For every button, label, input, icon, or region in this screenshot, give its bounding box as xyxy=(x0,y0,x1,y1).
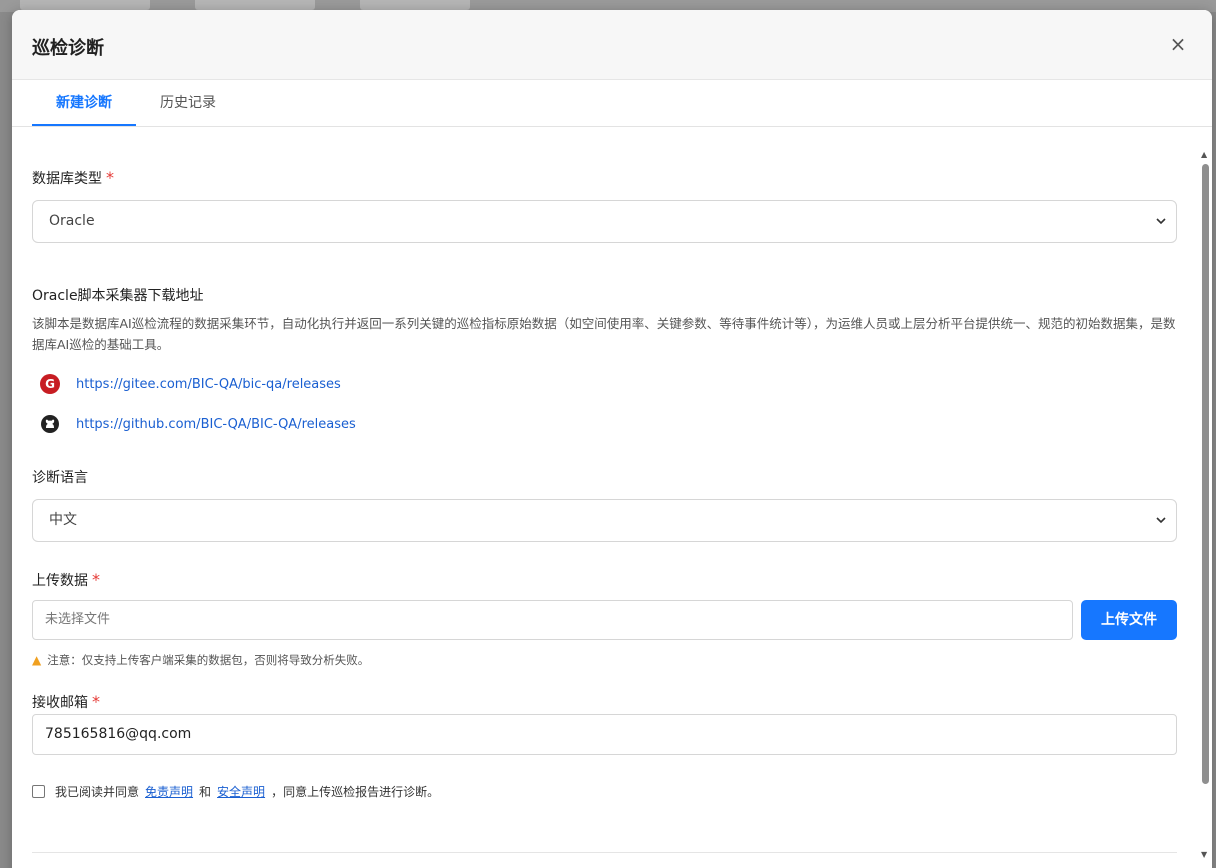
background-tab xyxy=(360,0,470,10)
security-statement-link[interactable]: 安全声明 xyxy=(217,783,265,800)
diagnosis-modal: 巡检诊断 × 新建诊断 历史记录 数据库类型 * Oracle Oracle脚本采… xyxy=(12,10,1212,868)
db-type-value: Oracle xyxy=(49,213,95,229)
agreement-and: 和 xyxy=(199,785,212,799)
required-mark: * xyxy=(106,168,114,187)
tab-new-diagnosis[interactable]: 新建诊断 xyxy=(32,80,136,126)
agreement-row: 我已阅读并同意 免责声明 和 安全声明 ，同意上传巡检报告进行诊断。 xyxy=(32,783,1177,800)
footer-divider xyxy=(32,852,1177,853)
collector-title: Oracle脚本采集器下载地址 xyxy=(32,288,204,304)
background-tab xyxy=(195,0,315,10)
github-icon xyxy=(40,414,60,434)
db-type-label-row: 数据库类型 * xyxy=(32,168,1177,188)
chevron-down-icon xyxy=(1156,500,1166,558)
gitee-icon: G xyxy=(40,374,60,394)
scrollbar[interactable]: ▲ ▼ xyxy=(1200,150,1210,868)
scroll-up-icon[interactable]: ▲ xyxy=(1201,150,1207,159)
email-label: 接收邮箱 xyxy=(32,695,88,711)
github-link-row: https://github.com/BIC-QA/BIC-QA/release… xyxy=(32,413,1177,435)
email-field[interactable]: 785165816@qq.com xyxy=(32,714,1177,755)
language-select[interactable]: 中文 xyxy=(32,499,1177,542)
db-type-select[interactable]: Oracle xyxy=(32,200,1177,243)
chevron-down-icon xyxy=(1156,201,1166,259)
language-label: 诊断语言 xyxy=(32,470,88,486)
gitee-link[interactable]: https://gitee.com/BIC-QA/bic-qa/releases xyxy=(76,377,341,392)
disclaimer-link[interactable]: 免责声明 xyxy=(145,783,193,800)
agree-checkbox[interactable] xyxy=(32,785,45,798)
email-label-row: 接收邮箱 * xyxy=(32,692,1177,712)
warning-icon: ▲ xyxy=(32,653,42,667)
language-label-row: 诊断语言 xyxy=(32,467,1177,487)
upload-note-text: 注意：仅支持上传客户端采集的数据包，否则将导致分析失败。 xyxy=(47,653,370,667)
upload-file-button[interactable]: 上传文件 xyxy=(1081,600,1177,640)
close-icon[interactable]: × xyxy=(1166,32,1190,56)
db-type-label: 数据库类型 xyxy=(32,171,102,187)
scroll-down-icon[interactable]: ▼ xyxy=(1201,850,1207,859)
upload-label-row: 上传数据 * xyxy=(32,570,1177,590)
upload-row: 未选择文件 上传文件 xyxy=(32,600,1177,640)
form-content: 数据库类型 * Oracle Oracle脚本采集器下载地址 该脚本是数据库AI巡… xyxy=(32,128,1177,800)
tab-history[interactable]: 历史记录 xyxy=(136,80,240,126)
gitee-link-row: G https://gitee.com/BIC-QA/bic-qa/releas… xyxy=(32,373,1177,395)
tab-bar: 新建诊断 历史记录 xyxy=(12,80,1212,127)
github-link[interactable]: https://github.com/BIC-QA/BIC-QA/release… xyxy=(76,417,356,432)
modal-title: 巡检诊断 xyxy=(32,38,104,59)
language-value: 中文 xyxy=(49,512,77,528)
agreement-prefix: 我已阅读并同意 xyxy=(55,785,140,799)
scrollbar-thumb[interactable] xyxy=(1202,164,1209,784)
upload-label: 上传数据 xyxy=(32,573,88,589)
file-input[interactable]: 未选择文件 xyxy=(32,600,1073,640)
agreement-suffix: ，同意上传巡检报告进行诊断。 xyxy=(271,785,440,799)
upload-note: ▲ 注意：仅支持上传客户端采集的数据包，否则将导致分析失败。 xyxy=(32,652,1177,668)
required-mark: * xyxy=(92,692,100,711)
required-mark: * xyxy=(92,570,100,589)
background-tab xyxy=(20,0,150,10)
modal-header: 巡检诊断 × xyxy=(12,10,1212,80)
collector-description: 该脚本是数据库AI巡检流程的数据采集环节，自动化执行并返回一系列关键的巡检指标原… xyxy=(32,316,1176,352)
